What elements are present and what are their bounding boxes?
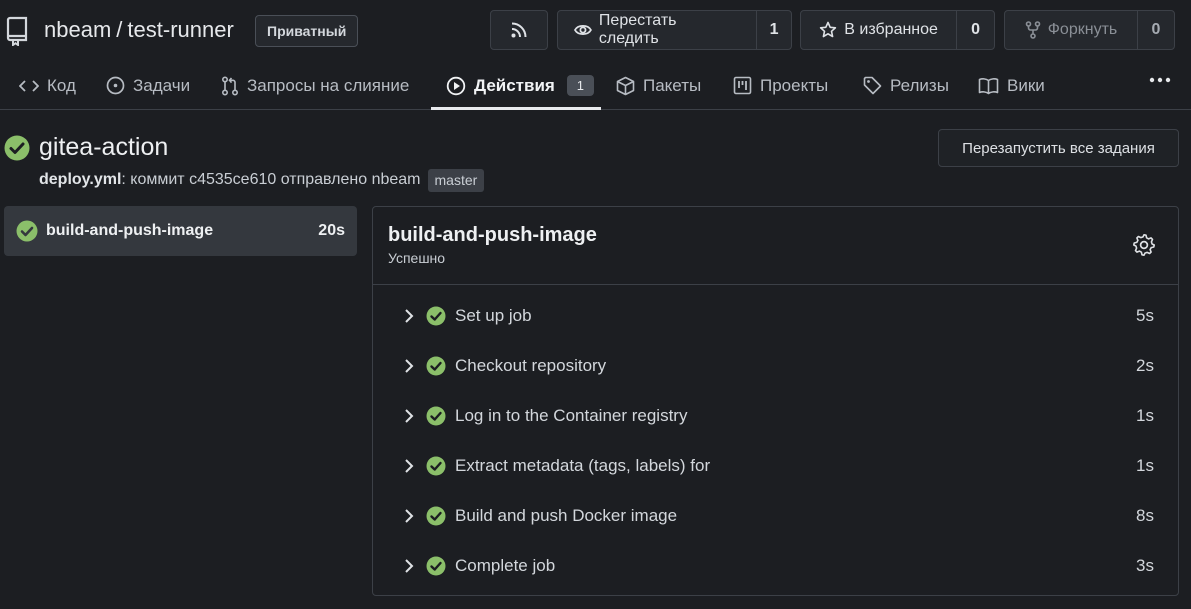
chevron-right-icon [405,359,414,373]
tab-projects[interactable]: Проекты [733,62,828,109]
tab-packages[interactable]: Пакеты [616,62,701,109]
run-meta: deploy.yml: коммит c4535ce610 отправлено… [39,168,485,192]
project-icon [733,76,752,95]
success-check-icon [4,135,30,161]
repo-path-separator: / [116,17,123,42]
job-detail-status: Успешно [388,250,446,266]
repo-icon [6,16,28,46]
step-name: Build and push Docker image [455,506,678,525]
step-duration: 2s [1136,356,1154,375]
fork-button[interactable]: Форкнуть [1005,11,1137,49]
step-row[interactable]: Checkout repository 2s [373,341,1178,391]
star-button[interactable]: В избранное [801,11,956,49]
step-name: Complete job [455,556,556,575]
step-row[interactable]: Build and push Docker image 8s [373,491,1178,541]
tab-wiki[interactable]: Вики [978,62,1045,109]
job-detail-panel: build-and-push-image Успешно Set up job … [372,206,1179,596]
success-check-icon [426,506,446,526]
job-detail-header: build-and-push-image Успешно [373,207,1178,285]
branch-tag[interactable]: master [427,168,485,192]
chevron-right-icon [405,309,414,323]
step-duration: 1s [1136,456,1154,475]
star-label: В избранное [844,21,938,38]
job-detail-title: build-and-push-image [388,224,597,246]
issue-icon [106,76,125,95]
step-name: Extract metadata (tags, labels) for [455,456,711,475]
tab-issues[interactable]: Задачи [106,62,190,109]
repo-header: nbeam / test-runner Приватный Перестать сл… [0,0,1191,62]
step-duration: 8s [1136,506,1154,525]
watchers-count[interactable]: 1 [756,11,791,49]
star-icon [820,21,837,38]
repo-owner-link[interactable]: nbeam [44,17,111,42]
stars-count[interactable]: 0 [956,11,994,49]
tab-actions-label: Действия [474,75,555,95]
step-row[interactable]: Extract metadata (tags, labels) for 1s [373,441,1178,491]
repo-tabs: Код Задачи Запросы на слияние Действия 1… [0,62,1191,110]
step-duration: 3s [1136,556,1154,575]
private-badge: Приватный [255,15,359,47]
step-name: Set up job [455,306,532,325]
forks-count[interactable]: 0 [1137,11,1174,49]
tab-actions[interactable]: Действия 1 [446,62,594,109]
rss-icon [511,22,527,38]
run-title: gitea-action [39,133,169,161]
star-button-group: В избранное 0 [800,10,995,50]
eye-icon [574,25,592,35]
repo-title: nbeam / test-runner [44,17,234,43]
tab-code[interactable]: Код [19,62,76,109]
unwatch-button[interactable]: Перестать следить [558,11,756,49]
step-row[interactable]: Complete job 3s [373,541,1178,591]
active-tab-underline [431,107,601,110]
step-duration: 5s [1136,306,1154,325]
tab-issues-label: Задачи [133,75,191,95]
success-check-icon [426,406,446,426]
tab-releases-label: Релизы [890,75,949,95]
step-row[interactable]: Set up job 5s [373,291,1178,341]
success-check-icon [426,456,446,476]
play-icon [446,76,466,95]
tab-releases[interactable]: Релизы [863,62,949,109]
job-duration: 20s [318,222,345,239]
tab-packages-label: Пакеты [643,75,702,95]
job-name: build-and-push-image [46,222,214,239]
success-check-icon [16,220,38,242]
success-check-icon [426,306,446,326]
book-icon [978,77,999,94]
gear-icon[interactable] [1132,233,1156,257]
tab-projects-label: Проекты [760,75,829,95]
fork-icon [1025,21,1041,39]
workflow-file-link[interactable]: deploy.yml [39,171,121,188]
package-icon [616,76,635,95]
step-name: Checkout repository [455,356,607,375]
tag-icon [863,76,882,95]
rss-feed-button[interactable] [490,10,548,50]
chevron-right-icon [405,459,414,473]
step-row[interactable]: Log in to the Container registry 1s [373,391,1178,441]
more-options-icon[interactable] [1148,70,1172,90]
fork-label: Форкнуть [1047,21,1118,38]
job-list-item[interactable]: build-and-push-image 20s [4,206,357,256]
tab-pull-requests-label: Запросы на слияние [247,75,410,95]
job-steps: Set up job 5s Checkout repository 2s Log… [373,291,1178,591]
watch-button-group: Перестать следить 1 [557,10,792,50]
tab-wiki-label: Вики [1007,75,1045,95]
repo-name-link[interactable]: test-runner [127,17,233,42]
tab-pull-requests[interactable]: Запросы на слияние [221,62,409,109]
chevron-right-icon [405,559,414,573]
actions-count-badge: 1 [566,75,594,96]
unwatch-label: Перестать следить [598,12,677,47]
code-icon [19,79,39,92]
tab-code-label: Код [47,75,76,95]
step-name: Log in to the Container registry [455,406,688,425]
success-check-icon [426,356,446,376]
fork-button-group: Форкнуть 0 [1004,10,1175,50]
rerun-all-jobs-button[interactable]: Перезапустить все задания [938,129,1179,167]
success-check-icon [426,556,446,576]
chevron-right-icon [405,509,414,523]
chevron-right-icon [405,409,414,423]
commit-info-text: : коммит c4535ce610 отправлено nbeam [121,171,421,188]
step-duration: 1s [1136,406,1154,425]
pull-request-icon [221,75,239,96]
